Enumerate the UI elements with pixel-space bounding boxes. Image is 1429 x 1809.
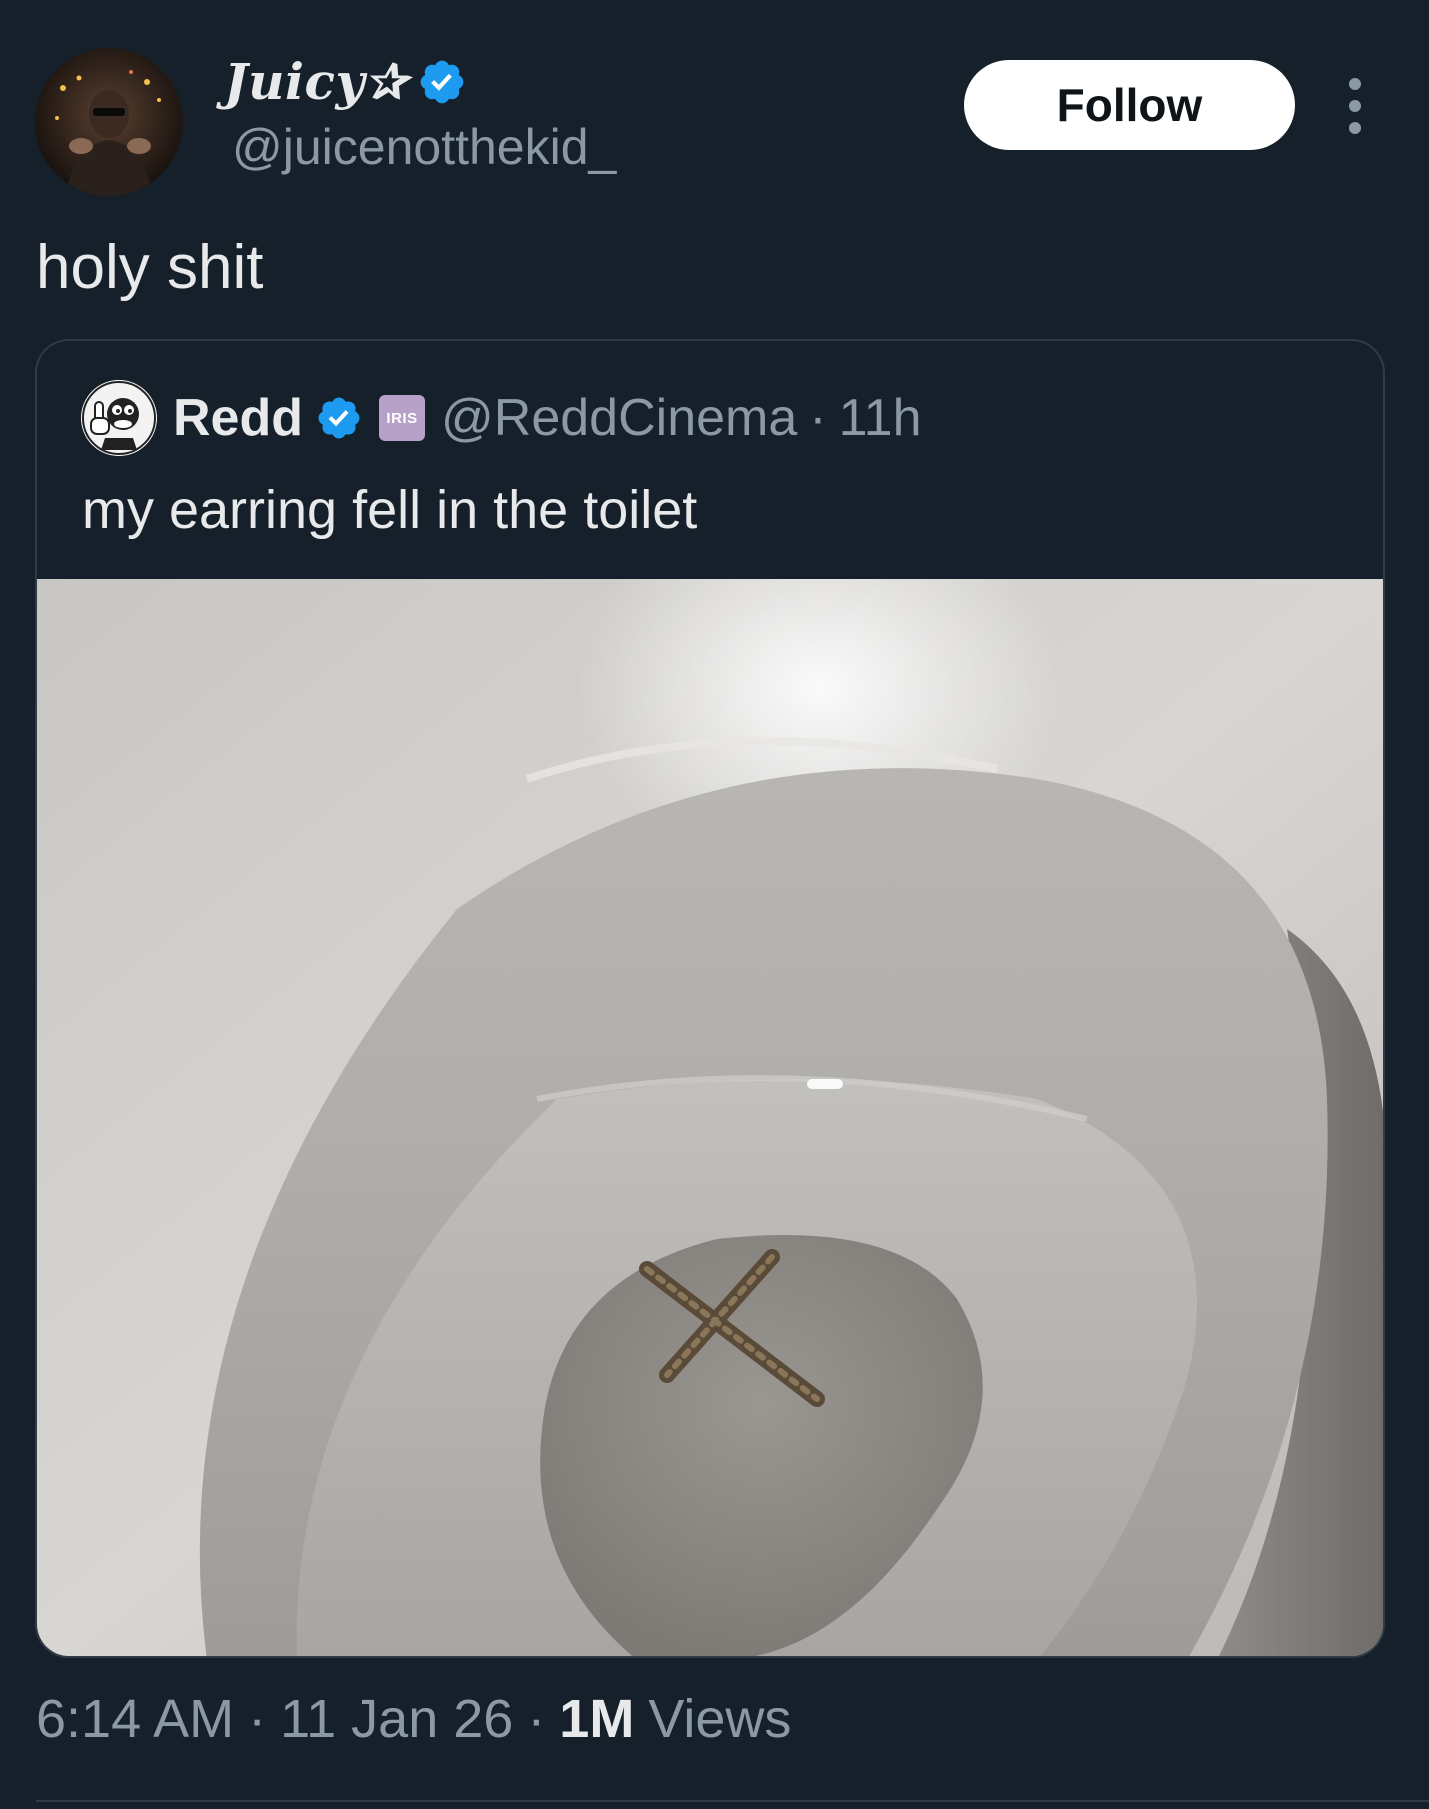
quoted-author-name[interactable]: Redd xyxy=(173,388,303,448)
author-name-row[interactable]: Juicy✰ xyxy=(224,52,467,111)
separator-dot: · xyxy=(248,1689,267,1749)
affiliate-badge-icon[interactable]: IRIS xyxy=(379,395,425,441)
author-display-name[interactable]: Juicy✰ xyxy=(224,52,407,111)
follow-button[interactable]: Follow xyxy=(964,60,1295,150)
verified-badge-icon xyxy=(421,60,464,103)
affiliate-badge-text: IRIS xyxy=(386,409,418,427)
post-time[interactable]: 6:14 AM xyxy=(36,1688,234,1750)
quoted-author-avatar[interactable] xyxy=(81,380,157,456)
post-text: holy shit xyxy=(36,233,264,302)
author-avatar[interactable] xyxy=(35,48,183,196)
tweet-detail: Juicy✰ @juicenotthekid_ Follow holy shit xyxy=(0,0,1429,1809)
quoted-post-card[interactable]: Redd IRIS @ReddCinema · 11h my earring f… xyxy=(35,339,1385,1658)
separator-dot: · xyxy=(527,1689,546,1749)
views-label: Views xyxy=(648,1689,792,1749)
quoted-author-handle[interactable]: @ReddCinema xyxy=(441,388,797,448)
divider xyxy=(36,1800,1429,1802)
post-meta: 6:14 AM · 11 Jan 26 · 1M Views xyxy=(36,1688,791,1750)
views-count[interactable]: 1M xyxy=(559,1688,634,1750)
quoted-post-time[interactable]: 11h xyxy=(839,388,922,448)
quoted-post-text: my earring fell in the toilet xyxy=(82,480,698,540)
verified-badge-icon xyxy=(318,397,360,439)
separator-dot: · xyxy=(809,389,827,447)
toilet-photo-illustration xyxy=(37,579,1383,1656)
post-date[interactable]: 11 Jan 26 xyxy=(280,1688,513,1750)
more-vertical-icon[interactable] xyxy=(1337,78,1373,134)
quoted-post-photo[interactable] xyxy=(37,579,1383,1656)
quoted-post-header: Redd IRIS @ReddCinema · 11h xyxy=(81,380,922,456)
author-handle[interactable]: @juicenotthekid_ xyxy=(232,118,616,176)
